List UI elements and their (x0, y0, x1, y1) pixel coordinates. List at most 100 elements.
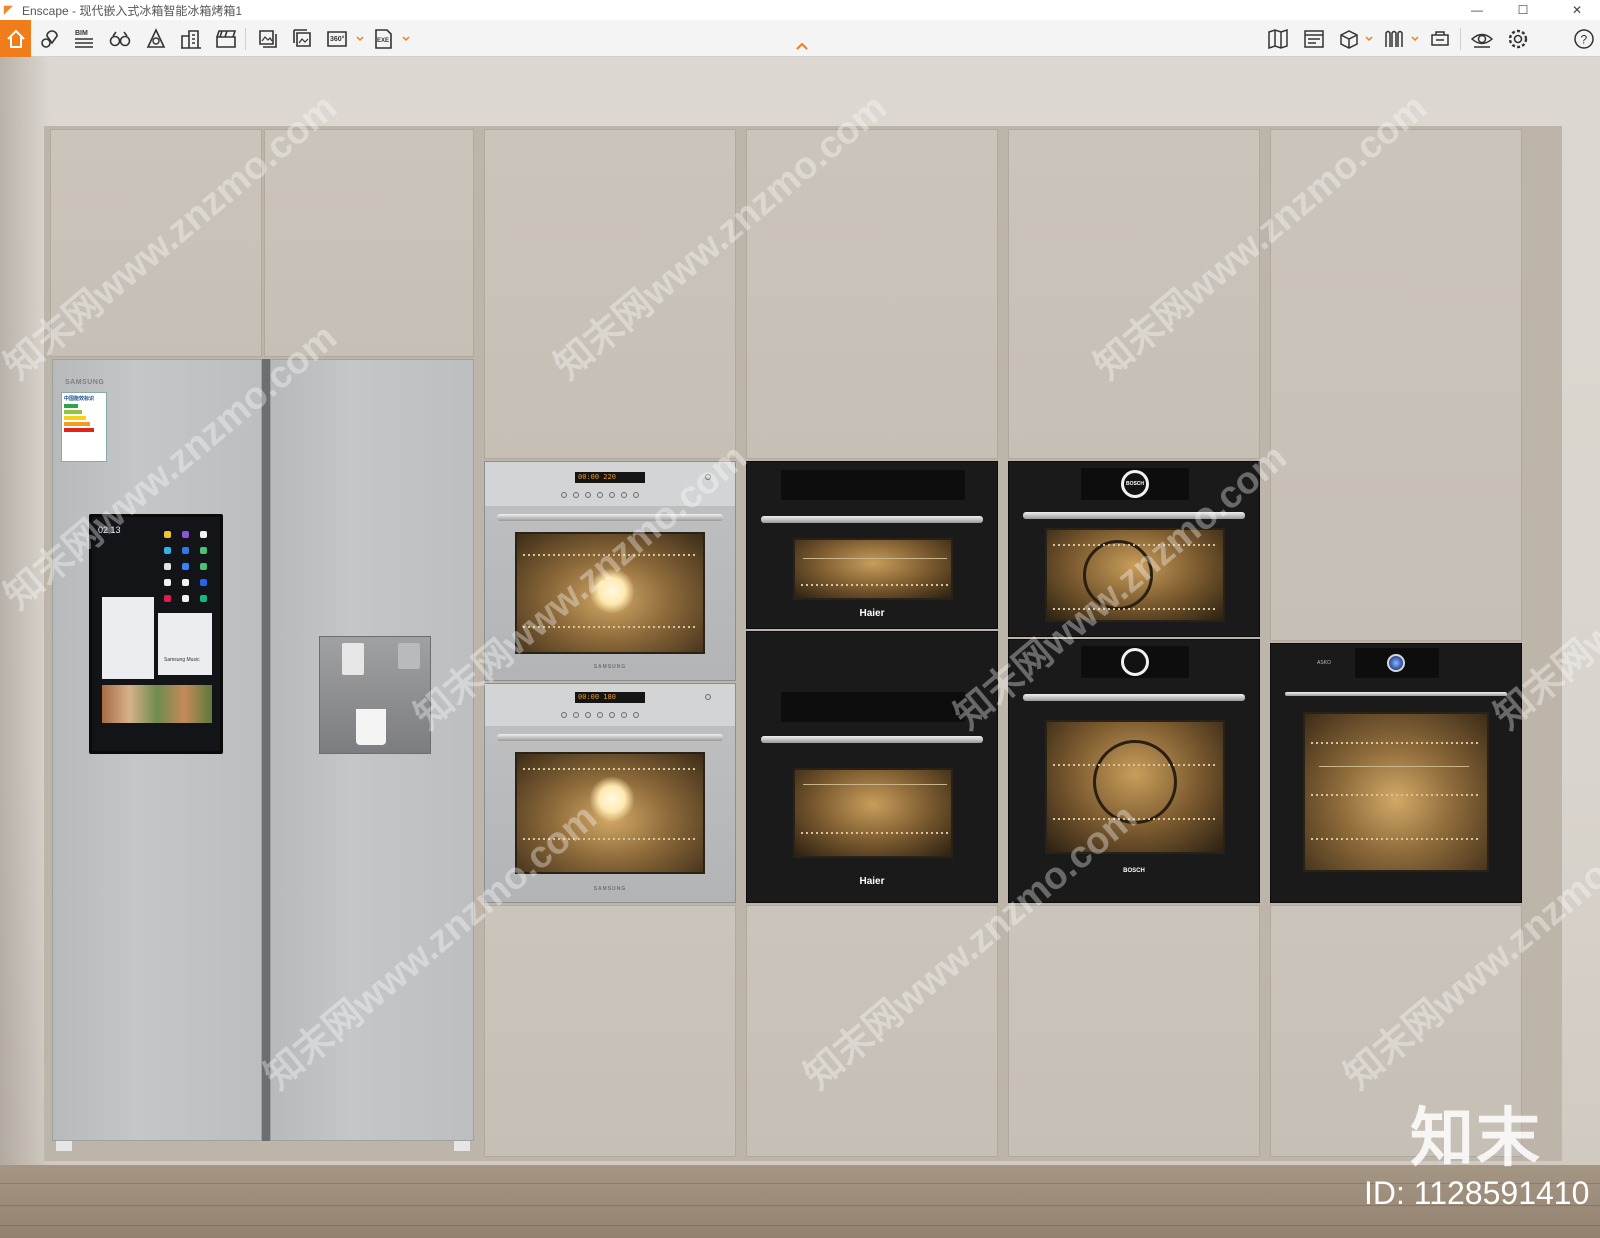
atmosphere-button[interactable] (1298, 23, 1329, 54)
help-icon: ? (1573, 28, 1594, 49)
oven-control-panel (781, 692, 965, 722)
oven-control-panel (1081, 646, 1189, 678)
maximize-button[interactable]: ☐ (1500, 0, 1546, 20)
view-box-dropdown-chevron-icon[interactable] (1364, 32, 1374, 44)
home-button[interactable] (0, 20, 31, 57)
walk-mode-button[interactable] (104, 23, 135, 54)
music-widget: Samsung Music (158, 613, 212, 675)
oven-handle (1023, 694, 1245, 701)
map-button[interactable] (1262, 23, 1293, 54)
haier-oven-lower: Haier (746, 631, 998, 903)
fridge-brand: SAMSUNG (65, 379, 105, 386)
batch-render-button[interactable] (287, 23, 318, 54)
settings-icon (1508, 29, 1527, 48)
svg-text:360°: 360° (330, 35, 345, 43)
screenshot-button[interactable] (252, 23, 283, 54)
base-cabinet-door (484, 905, 736, 1157)
panorama-button[interactable]: 360° (322, 23, 353, 54)
asset-id: ID: 1128591410 (1364, 1175, 1590, 1211)
window-title: Enscape - 现代嵌入式冰箱智能冰箱烤箱1 (22, 3, 243, 18)
mug (356, 709, 386, 745)
oven-handle (761, 516, 983, 523)
oven-display: 00:00 180 (575, 692, 645, 703)
visual-settings-icon (1470, 33, 1493, 48)
ice-chute (398, 643, 420, 669)
oven-handle (1285, 692, 1507, 696)
oven-control-panel: BOSCH (1081, 468, 1189, 500)
energy-label-title: 中国能效标识 (64, 396, 95, 402)
oven-control-panel (781, 470, 965, 500)
building-icon (180, 29, 201, 49)
bosch-control-ring (1121, 648, 1149, 676)
title-bar: ◤ Enscape - 现代嵌入式冰箱智能冰箱烤箱1 — ☐ ✕ (0, 0, 1600, 20)
oven-brand: Haier (859, 876, 885, 887)
materials-icon (1384, 30, 1403, 47)
bosch-control-ring: BOSCH (1121, 470, 1149, 498)
view-box-icon (1339, 29, 1358, 49)
oven-window (1303, 712, 1489, 872)
view-box-button[interactable] (1333, 23, 1364, 54)
oven-window (793, 768, 953, 858)
family-hub-screen: 02 13 Samsung Music (89, 514, 223, 754)
oven-control-panel: 00:00 180 (485, 684, 735, 726)
oven-display: 00:00 220 (575, 472, 645, 483)
oven-control-knob (1387, 654, 1405, 672)
minimize-button[interactable]: — (1454, 0, 1500, 20)
exe-export-button[interactable]: EXE (368, 23, 399, 54)
haier-oven-upper: Haier (746, 461, 998, 629)
binoculars-icon (109, 31, 130, 46)
render-viewport[interactable]: SAMSUNG 中国能效标识 02 13 Samsung Music 00:00… (0, 57, 1600, 1238)
base-cabinet-door (1008, 905, 1260, 1157)
bim-icon: BIM (74, 30, 93, 48)
oven-handle (497, 734, 723, 741)
building-button[interactable] (175, 23, 206, 54)
capture-icon (1430, 30, 1449, 46)
svg-text:?: ? (1580, 32, 1587, 46)
oven-brand: ASKO (1317, 660, 1331, 666)
oven-control-panel (1355, 648, 1439, 678)
materials-button[interactable] (1378, 23, 1409, 54)
enscape-logo-icon: ◤ (4, 4, 13, 16)
toolbar-separator (245, 28, 246, 50)
calendar-widget (102, 597, 154, 679)
energy-label: 中国能效标识 (61, 392, 107, 462)
enscape-window: ◤ Enscape - 现代嵌入式冰箱智能冰箱烤箱1 — ☐ ✕ BIM 360… (0, 0, 1600, 1238)
wood-floor (0, 1165, 1600, 1238)
batch-render-icon (292, 28, 311, 47)
fridge-foot (56, 1141, 72, 1151)
video-editor-button[interactable] (210, 23, 241, 54)
oven-brand: Haier (859, 608, 885, 619)
exe-export-icon: EXE (374, 28, 392, 49)
oven-handle (761, 736, 983, 743)
fridge-door-gap (262, 359, 270, 1141)
light-view-icon (146, 27, 165, 48)
light-view-button[interactable] (140, 23, 171, 54)
close-button[interactable]: ✕ (1554, 0, 1600, 20)
home-icon (6, 29, 25, 48)
asset-pin-icon (40, 29, 58, 48)
atmosphere-icon (1303, 29, 1324, 48)
clapperboard-icon (215, 29, 236, 48)
help-button[interactable]: ? (1568, 23, 1599, 54)
music-widget-caption: Samsung Music (164, 657, 200, 663)
fridge-foot (454, 1141, 470, 1151)
asko-oven: ASKO (1270, 643, 1522, 903)
materials-dropdown-chevron-icon[interactable] (1410, 32, 1420, 44)
settings-button[interactable] (1502, 23, 1533, 54)
asset-pin-button[interactable] (34, 23, 65, 54)
toolbar-separator (1460, 28, 1461, 50)
collapse-toolbar-chevron-icon[interactable] (794, 39, 810, 53)
capture-button[interactable] (1424, 23, 1455, 54)
screenshot-icon (258, 29, 277, 48)
bim-button[interactable]: BIM (68, 23, 99, 54)
svg-text:EXE: EXE (377, 38, 389, 44)
dispenser-lever (342, 643, 364, 675)
panorama-dropdown-chevron-icon[interactable] (355, 32, 365, 44)
oven-window (793, 538, 953, 600)
svg-text:BIM: BIM (75, 30, 88, 37)
export-dropdown-chevron-icon[interactable] (401, 32, 411, 44)
panorama-360-icon: 360° (326, 30, 347, 47)
photo-collage (102, 685, 212, 723)
map-icon (1267, 28, 1288, 49)
visual-settings-button[interactable] (1466, 23, 1497, 54)
